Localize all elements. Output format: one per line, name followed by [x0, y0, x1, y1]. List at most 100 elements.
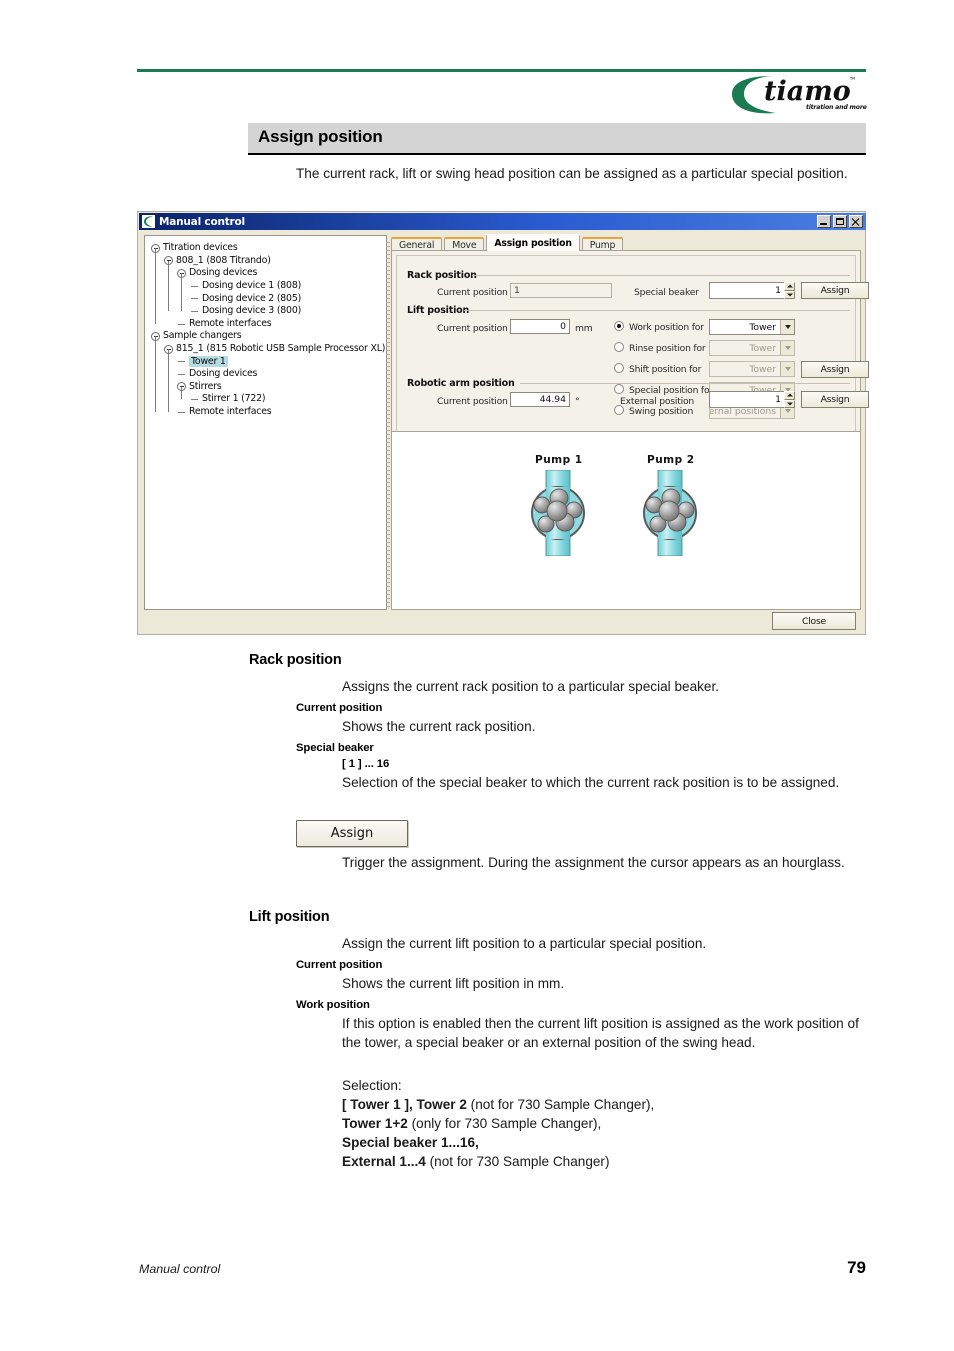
tab-assign-position[interactable]: Assign position: [486, 234, 580, 251]
window-controls: [817, 215, 863, 228]
rack-current-position-heading: Current position: [296, 702, 383, 714]
lift-option-combo-1[interactable]: Tower: [709, 340, 795, 356]
chevron-down-icon[interactable]: [780, 320, 794, 334]
tab-pump[interactable]: Pump: [581, 237, 624, 251]
chapter-title-band: Assign position: [248, 123, 866, 155]
lift-unit-label: mm: [575, 323, 593, 334]
tab-move[interactable]: Move: [444, 237, 485, 251]
rack-assign-button[interactable]: Assign: [801, 282, 869, 299]
tree-item[interactable]: Titration devices: [145, 242, 386, 255]
rack-current-position-text: Shows the current rack position.: [342, 719, 536, 734]
minimize-button[interactable]: [817, 215, 831, 228]
page-title: Assign position: [258, 127, 383, 146]
pump-2-label: Pump 2: [647, 454, 695, 466]
lift-current-position-label: Current position: [437, 323, 508, 334]
tree-item[interactable]: Sample changers: [145, 330, 386, 343]
combo-value: Tower: [749, 321, 776, 333]
device-tree-panel[interactable]: Titration devices 808_1 (808 Titrando) Dos…: [144, 235, 387, 610]
svg-text:titration and more: titration and more: [806, 103, 867, 111]
robotic-group-rule: [520, 383, 850, 384]
assign-button-illustration[interactable]: Assign: [296, 820, 408, 847]
tree-item[interactable]: Dosing devices: [145, 368, 386, 381]
special-beaker-stepper[interactable]: 1: [709, 282, 795, 299]
tree-item[interactable]: Remote interfaces: [145, 406, 386, 419]
tree-item[interactable]: 815_1 (815 Robotic USB Sample Processor …: [145, 343, 386, 356]
lift-position-group-label: Lift position: [404, 305, 473, 316]
close-icon[interactable]: [849, 215, 863, 228]
combo-value: Tower: [749, 342, 776, 354]
lift-group-rule: [464, 310, 850, 311]
tree-item[interactable]: Remote interfaces: [145, 318, 386, 331]
tree-connector: [191, 399, 198, 401]
tree-item-label: Dosing device 3 (800): [202, 305, 302, 317]
spin-up-icon[interactable]: [784, 391, 795, 400]
lift-option-radio-1[interactable]: [614, 342, 624, 352]
selection-list: [ Tower 1 ], Tower 2 (not for 730 Sample…: [342, 1095, 862, 1171]
app-icon: [142, 215, 155, 228]
tree-item-label: Stirrers: [189, 380, 222, 392]
lift-option-label-4: Swing position: [629, 406, 694, 417]
rack-lead-text: Assigns the current rack position to a p…: [342, 679, 720, 694]
lift-option-label-0: Work position for: [629, 322, 704, 333]
lift-assign-button[interactable]: Assign: [801, 361, 869, 378]
special-beaker-value[interactable]: 1: [709, 282, 784, 299]
tree-item-label: Dosing devices: [189, 368, 258, 380]
lift-option-label-1: Rinse position for: [629, 343, 706, 354]
device-tree[interactable]: Titration devices 808_1 (808 Titrando) Dos…: [145, 236, 386, 418]
svg-text:tiamo: tiamo: [764, 76, 851, 107]
tab-bar[interactable]: General Move Assign position Pump: [391, 234, 625, 251]
spin-up-icon[interactable]: [784, 282, 795, 291]
combo-value: Tower: [749, 363, 776, 375]
external-position-value[interactable]: 1: [709, 391, 784, 408]
spin-down-icon[interactable]: [784, 399, 795, 408]
tree-item-label: Dosing device 2 (805): [202, 292, 302, 304]
special-beaker-range: [ 1 ] ... 16: [342, 758, 390, 770]
assign-description-text: Trigger the assignment. During the assig…: [342, 855, 845, 870]
rack-position-group-label: Rack position: [404, 270, 480, 281]
footer-page-number: 79: [847, 1258, 866, 1277]
arm-assign-button[interactable]: Assign: [801, 391, 869, 408]
lift-option-combo-0[interactable]: Tower: [709, 319, 795, 335]
tab-general[interactable]: General: [391, 237, 443, 251]
chevron-down-icon[interactable]: [780, 341, 794, 355]
lift-current-position-heading: Current position: [296, 959, 383, 971]
tree-connector: [181, 386, 182, 400]
external-position-spin-buttons[interactable]: [784, 391, 795, 408]
rack-position-heading: Rack position: [249, 652, 342, 668]
tree-item[interactable]: 808_1 (808 Titrando): [145, 255, 386, 268]
tree-item-label: 815_1 (815 Robotic USB Sample Processor …: [176, 343, 386, 355]
splitter-handle[interactable]: [387, 242, 390, 607]
tree-item[interactable]: Tower 1: [145, 355, 386, 368]
lift-option-radio-2[interactable]: [614, 363, 624, 373]
tree-connector: [191, 285, 198, 287]
dialog-titlebar[interactable]: Manual control: [139, 213, 866, 230]
special-beaker-label: Special beaker: [634, 287, 699, 298]
tree-connector: [168, 260, 169, 311]
pump-1-icon: [531, 470, 585, 556]
tree-connector: [191, 310, 198, 312]
tree-connector: [191, 298, 198, 300]
lift-position-heading: Lift position: [249, 909, 330, 925]
lift-option-combo-2[interactable]: Tower: [709, 361, 795, 377]
selection-item: [ Tower 1 ], Tower 2 (not for 730 Sample…: [342, 1095, 862, 1114]
manual-control-dialog: Manual control Titration devices 808_1 (8…: [137, 211, 869, 635]
dialog-close-button[interactable]: Close: [772, 612, 856, 630]
pump-2-icon: [643, 470, 697, 556]
selection-label: Selection:: [342, 1078, 402, 1093]
tree-item-label: Remote interfaces: [189, 406, 272, 418]
tree-connector: [178, 411, 185, 413]
tree-connector: [178, 361, 185, 363]
tree-item-label: Stirrer 1 (722): [202, 393, 266, 405]
tiamo-logo: tiamo ™ titration and more: [728, 70, 868, 118]
maximize-button[interactable]: [833, 215, 847, 228]
arm-unit-label: °: [575, 396, 580, 407]
lift-option-radio-0[interactable]: [614, 321, 624, 331]
selection-item: Tower 1+2 (only for 730 Sample Changer),: [342, 1114, 862, 1133]
spin-down-icon[interactable]: [784, 290, 795, 299]
tree-connector: [181, 273, 182, 311]
pump-graphics: Pump 1 Pump 2: [392, 432, 862, 611]
chevron-down-icon[interactable]: [780, 362, 794, 376]
lift-option-radio-3[interactable]: [614, 384, 624, 394]
external-position-stepper[interactable]: 1: [709, 391, 795, 408]
special-beaker-spin-buttons[interactable]: [784, 282, 795, 299]
